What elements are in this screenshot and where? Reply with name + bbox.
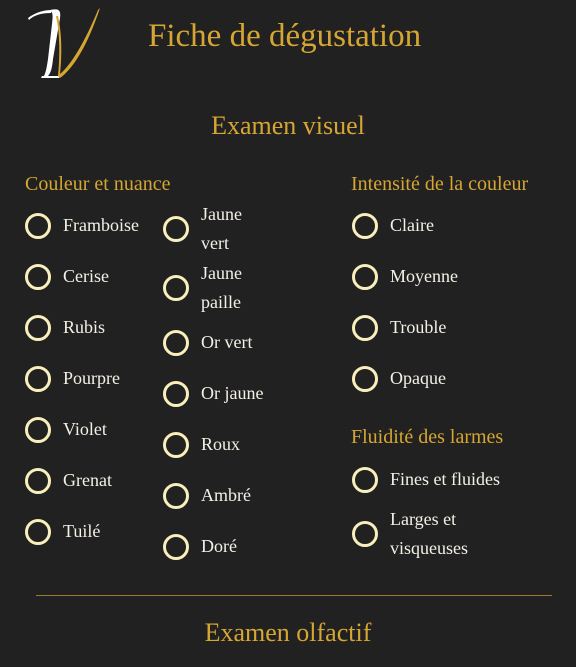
option-ambre[interactable]: Ambré: [163, 481, 251, 510]
radio-button[interactable]: [25, 365, 51, 392]
radio-button[interactable]: [352, 365, 378, 392]
radio-button[interactable]: [163, 533, 189, 560]
option-rubis[interactable]: Rubis: [25, 313, 105, 342]
option-label: Opaque: [390, 368, 446, 388]
option-label: Moyenne: [390, 266, 458, 286]
option-claire[interactable]: Claire: [352, 211, 434, 240]
option-fines-et-fluides[interactable]: Fines et fluides: [352, 465, 500, 494]
radio-button[interactable]: [163, 275, 189, 301]
option-larges-et-visqueuses[interactable]: Larges et visqueuses: [352, 505, 500, 563]
option-or-jaune[interactable]: Or jaune: [163, 379, 263, 408]
option-label: Trouble: [390, 317, 447, 337]
radio-button[interactable]: [163, 431, 189, 458]
group-title-tears: Fluidité des larmes: [351, 426, 504, 448]
radio-button[interactable]: [352, 466, 378, 493]
radio-button[interactable]: [352, 521, 378, 547]
option-label: Grenat: [63, 470, 112, 490]
radio-button[interactable]: [25, 416, 51, 443]
option-moyenne[interactable]: Moyenne: [352, 262, 458, 291]
option-tuile[interactable]: Tuilé: [25, 517, 100, 546]
option-label: Framboise: [63, 215, 139, 235]
radio-button[interactable]: [25, 263, 51, 290]
option-label: Doré: [201, 536, 237, 556]
group-title-color: Couleur et nuance: [25, 173, 171, 195]
option-label: Violet: [63, 419, 107, 439]
option-opaque[interactable]: Opaque: [352, 364, 446, 393]
page-title: Fiche de dégustation: [148, 18, 422, 54]
group-title-intensity: Intensité de la couleur: [351, 173, 529, 195]
option-pourpre[interactable]: Pourpre: [25, 364, 120, 393]
option-label: Jaune vert: [201, 204, 242, 253]
option-or-vert[interactable]: Or vert: [163, 328, 252, 357]
radio-button[interactable]: [352, 263, 378, 290]
option-label: Cerise: [63, 266, 109, 286]
option-label: Pourpre: [63, 368, 120, 388]
app-logo: [22, 4, 104, 80]
option-label: Larges et visqueuses: [390, 509, 468, 558]
option-label: Or jaune: [201, 383, 264, 403]
radio-button[interactable]: [25, 518, 51, 545]
option-cerise[interactable]: Cerise: [25, 262, 109, 291]
option-label: Ambré: [201, 485, 251, 505]
section-title-olfactory: Examen olfactif: [204, 618, 372, 647]
option-label: Tuilé: [63, 521, 101, 541]
option-label: Rubis: [63, 317, 106, 337]
radio-button[interactable]: [352, 314, 378, 341]
radio-button[interactable]: [25, 314, 51, 341]
option-framboise[interactable]: Framboise: [25, 211, 139, 240]
radio-button[interactable]: [163, 329, 189, 356]
radio-button[interactable]: [163, 482, 189, 509]
option-jaune-paille[interactable]: Jaune paille: [163, 259, 259, 317]
option-roux[interactable]: Roux: [163, 430, 240, 459]
option-label: Fines et fluides: [390, 469, 500, 489]
option-label: Or vert: [201, 332, 253, 352]
radio-button[interactable]: [163, 380, 189, 407]
radio-button[interactable]: [25, 212, 51, 239]
option-violet[interactable]: Violet: [25, 415, 107, 444]
option-jaune-vert[interactable]: Jaune vert: [163, 200, 259, 258]
option-label: Jaune paille: [201, 263, 242, 312]
section-title-visual: Examen visuel: [211, 111, 365, 140]
radio-button[interactable]: [163, 216, 189, 242]
option-label: Claire: [390, 215, 434, 235]
section-divider: [36, 595, 552, 596]
option-trouble[interactable]: Trouble: [352, 313, 446, 342]
radio-button[interactable]: [352, 212, 378, 239]
radio-button[interactable]: [25, 467, 51, 494]
option-label: Roux: [201, 434, 241, 454]
option-dore[interactable]: Doré: [163, 532, 237, 561]
option-grenat[interactable]: Grenat: [25, 466, 112, 495]
